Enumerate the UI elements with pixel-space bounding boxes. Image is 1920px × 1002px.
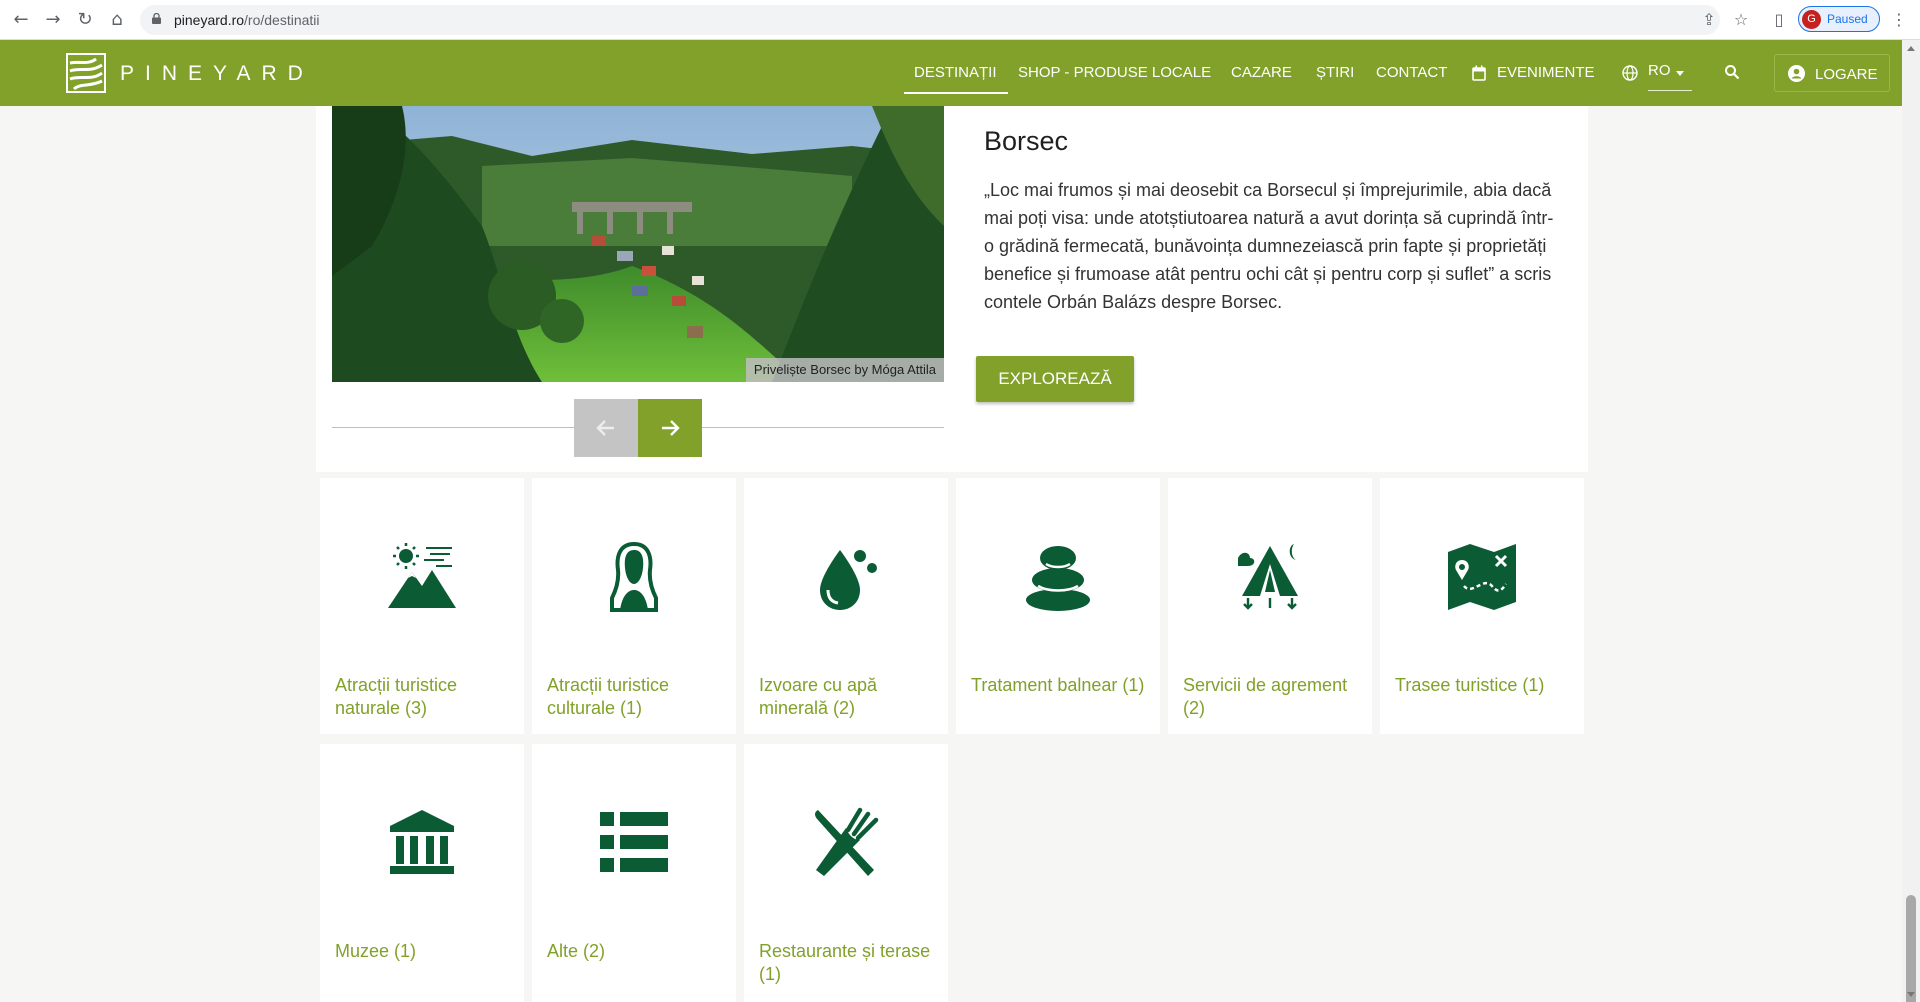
destination-description: „Loc mai frumos și mai deosebit ca Borse… [984,180,1554,312]
arrow-right-icon [662,420,680,436]
nav-stiri[interactable]: ȘTIRI [1316,64,1354,81]
category-label: Servicii de agrement (2) [1183,675,1348,718]
destination-photo[interactable]: Priveliște Borsec by Móga Attila [332,106,944,382]
language-select[interactable]: RO [1648,62,1671,79]
nav-cazare[interactable]: CAZARE [1231,64,1292,81]
category-label: Restaurante și terase (1) [759,941,931,984]
login-button[interactable]: LOGARE [1774,54,1890,92]
nav-shop[interactable]: SHOP - PRODUSE LOCALE [1018,64,1211,81]
url-host: pineyard.ro [174,12,245,28]
category-tile-restaurants[interactable]: Restaurante și terase (1) [744,744,948,1002]
water-drop-icon [820,550,877,610]
category-label: Muzee (1) [335,941,417,961]
language-underline [1648,90,1692,91]
statue-bust-icon [610,541,658,612]
brand-name[interactable]: PINEYARD [120,62,314,86]
chevron-down-icon[interactable] [1676,71,1684,76]
trail-map-icon [1448,544,1516,610]
page-scrollbar[interactable] [1902,40,1920,1002]
pineyard-logo-icon[interactable] [66,53,106,93]
category-label: Atracții turistice culturale (1) [547,675,670,718]
destination-card: Priveliște Borsec by Móga Attila Borsec … [316,106,1588,472]
spa-stones-icon [1026,546,1090,611]
scrollbar-thumb[interactable] [1906,895,1916,1002]
category-label: Izvoare cu apă minerală (2) [759,675,878,718]
photo-credit: Priveliște Borsec by Móga Attila [745,358,944,382]
side-panel-icon[interactable]: ▯ [1768,9,1790,31]
bookmark-star-icon[interactable]: ☆ [1730,9,1752,31]
museum-icon [390,810,454,874]
explore-button[interactable]: EXPLOREAZĂ [976,356,1134,402]
profile-button[interactable]: G Paused [1798,6,1880,32]
user-icon [1788,65,1805,82]
category-tile-other[interactable]: Alte (2) [532,744,736,1002]
landscape-image [332,106,944,382]
category-tile-cultural-attractions[interactable]: Atracții turistice culturale (1) [532,478,736,734]
mountain-sun-icon [388,543,456,608]
camping-tent-icon [1238,544,1298,610]
fork-knife-icon [815,807,879,876]
category-label: Tratament balnear (1) [971,675,1145,695]
previous-slide-button[interactable] [574,399,638,457]
browser-toolbar: ← → ↻ ⌂ pineyard.ro/ro/destinatii ⇪ ☆ ▯ … [0,0,1920,40]
category-label: Atracții turistice naturale (3) [335,675,458,718]
list-icon [600,812,668,872]
nav-active-indicator [904,92,1008,94]
home-icon[interactable]: ⌂ [106,9,128,31]
category-tile-mineral-springs[interactable]: Izvoare cu apă minerală (2) [744,478,948,734]
scroll-up-icon[interactable] [1907,46,1915,51]
destination-title: Borsec [984,126,1069,156]
category-tile-leisure-services[interactable]: Servicii de agrement (2) [1168,478,1372,734]
calendar-icon [1472,65,1486,81]
avatar: G [1802,10,1821,29]
back-icon[interactable]: ← [10,9,32,31]
next-slide-button[interactable] [638,399,702,457]
nav-destinatii[interactable]: DESTINAȚII [914,64,997,81]
login-label: LOGARE [1815,66,1878,83]
url-path: /ro/destinatii [244,12,320,28]
globe-icon [1622,65,1638,81]
lock-icon [152,13,161,24]
share-icon[interactable]: ⇪ [1698,9,1720,31]
category-tile-spa-treatment[interactable]: Tratament balnear (1) [956,478,1160,734]
menu-kebab-icon[interactable]: ⋮ [1888,9,1910,31]
site-header: PINEYARD DESTINAȚII SHOP - PRODUSE LOCAL… [0,40,1902,106]
url-text: pineyard.ro/ro/destinatii [174,12,320,28]
search-icon[interactable] [1724,64,1740,80]
address-bar[interactable]: pineyard.ro/ro/destinatii [140,5,1720,35]
category-label: Trasee turistice (1) [1395,675,1545,695]
category-label: Alte (2) [547,941,606,961]
scroll-down-icon[interactable] [1907,992,1915,997]
nav-evenimente[interactable]: EVENIMENTE [1497,64,1595,81]
nav-contact[interactable]: CONTACT [1376,64,1447,81]
forward-icon[interactable]: → [42,9,64,31]
category-tile-hiking-trails[interactable]: Trasee turistice (1) [1380,478,1584,734]
reload-icon[interactable]: ↻ [74,9,96,31]
profile-status: Paused [1827,12,1868,26]
category-tile-natural-attractions[interactable]: Atracții turistice naturale (3) [320,478,524,734]
arrow-left-icon [596,420,614,436]
category-tile-museums[interactable]: Muzee (1) [320,744,524,1002]
